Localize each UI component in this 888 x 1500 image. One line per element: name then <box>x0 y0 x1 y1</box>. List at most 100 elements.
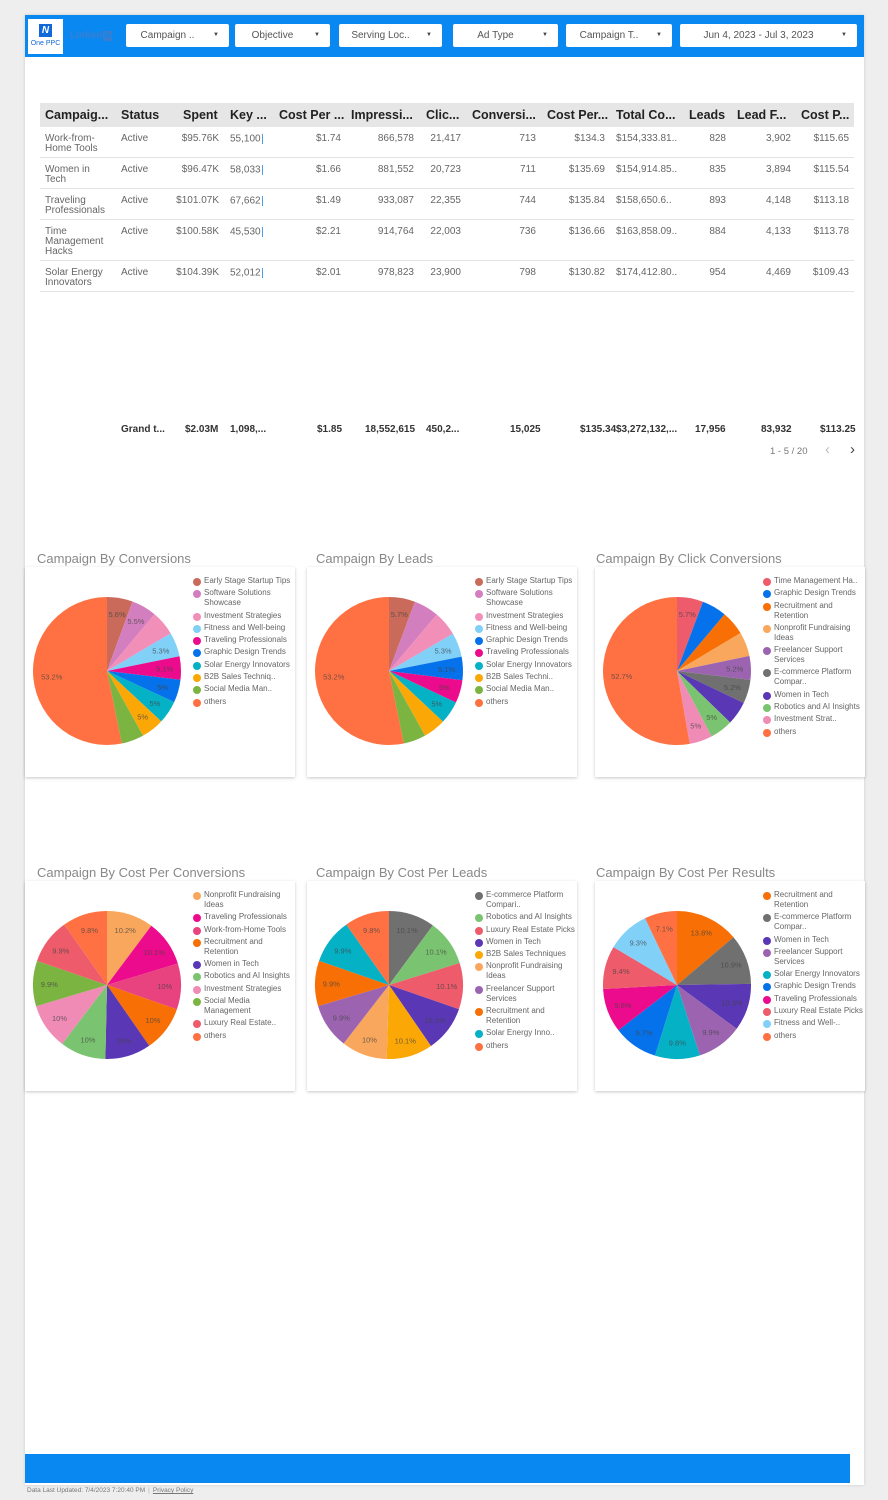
cell-value: 23,900 <box>430 267 461 278</box>
campaign-type-filter[interactable]: Campaign T.. ▼ <box>566 24 672 47</box>
legend-item[interactable]: Traveling Professionals <box>193 912 293 923</box>
column-header[interactable]: Lead F... <box>737 108 786 122</box>
legend-item[interactable]: Social Media Management <box>193 996 293 1016</box>
legend-item[interactable]: B2B Sales Techni.. <box>475 672 575 683</box>
legend-item[interactable]: Early Stage Startup Tips <box>193 576 293 586</box>
legend-label: Nonprofit Fundraising Ideas <box>486 961 563 981</box>
table-cell: 22,003 <box>430 227 461 237</box>
legend-item[interactable]: Graphic Design Trends <box>763 588 863 599</box>
table-row[interactable]: Work-from-Home Tools Active $95.76K 55,100 $… <box>40 127 854 158</box>
legend-item[interactable]: Graphic Design Trends <box>193 647 293 658</box>
legend-item[interactable]: Robotics and AI Insights <box>763 702 863 713</box>
objective-filter[interactable]: Objective ▼ <box>235 24 330 47</box>
legend-item[interactable]: Recruitment and Retention <box>475 1006 575 1026</box>
legend-color-dot-icon <box>763 669 771 678</box>
legend-item[interactable]: Freelancer Support Services <box>763 947 863 967</box>
legend-item[interactable]: Solar Energy Innovators <box>475 660 575 670</box>
table-row[interactable]: Traveling Professionals Active $101.07K 67,… <box>40 189 854 220</box>
column-header[interactable]: Clic... <box>426 108 459 122</box>
legend-item[interactable]: Recruitment and Retention <box>193 937 293 957</box>
legend-item[interactable]: Women in Tech <box>763 935 863 945</box>
legend-item[interactable]: Robotics and AI Insights <box>193 971 293 982</box>
column-header[interactable]: Campaig... <box>45 108 108 122</box>
legend-item[interactable]: others <box>763 727 863 737</box>
serving-location-filter[interactable]: Serving Loc.. ▼ <box>339 24 442 47</box>
legend-label: Graphic Design Trends <box>486 635 568 645</box>
legend-item[interactable]: Time Management Ha.. <box>763 576 863 586</box>
table-row[interactable]: Solar Energy Innovators Active $104.39K 52,… <box>40 261 854 292</box>
legend-item[interactable]: others <box>193 1031 293 1041</box>
cell-value: 4,133 <box>765 226 791 237</box>
legend-item[interactable]: B2B Sales Techniq.. <box>193 672 293 683</box>
legend-item[interactable]: Fitness and Well-.. <box>763 1018 863 1029</box>
legend-item[interactable]: Solar Energy Inno.. <box>475 1028 575 1039</box>
legend-item[interactable]: Recruitment and Retention <box>763 890 863 910</box>
legend-label: E-commerce Platform Compari.. <box>486 890 564 909</box>
pie-chart-card: 5.7% 5.2% 5.2% 5% 5% 52.7% Time Management Ha.… <box>595 567 865 777</box>
legend-item[interactable]: others <box>475 697 575 707</box>
legend-item[interactable]: Recruitment and Retention <box>763 601 863 621</box>
ad-type-filter[interactable]: Ad Type ▼ <box>453 24 558 47</box>
table-row[interactable]: Women in Tech Active $96.47K 58,033 $1.66 881… <box>40 158 854 189</box>
column-header[interactable]: Cost Per... <box>547 108 608 122</box>
legend-item[interactable]: Solar Energy Innovators <box>193 660 293 670</box>
legend-item[interactable]: Nonprofit Fundraising Ideas <box>763 623 863 643</box>
column-header[interactable]: Total Co... <box>616 108 676 122</box>
legend-item[interactable]: Fitness and Well-being <box>475 623 575 633</box>
column-header[interactable]: Impressi... <box>351 108 413 122</box>
legend-item[interactable]: Traveling Professionals <box>475 647 575 658</box>
legend-item[interactable]: Nonprofit Fundraising Ideas <box>193 890 293 910</box>
legend-item[interactable]: Women in Tech <box>763 690 863 700</box>
legend-item[interactable]: Software Solutions Showcase <box>193 588 293 608</box>
date-range-filter[interactable]: Jun 4, 2023 - Jul 3, 2023 ▼ <box>680 24 857 47</box>
legend-item[interactable]: Investment Strat.. <box>763 714 863 725</box>
legend-label: Recruitment and Retention <box>486 1006 545 1026</box>
legend-item[interactable]: Software Solutions Showcase <box>475 588 575 608</box>
column-header[interactable]: Status <box>121 108 159 122</box>
next-page-button[interactable]: › <box>850 441 855 458</box>
legend-item[interactable]: Luxury Real Estate.. <box>193 1018 293 1029</box>
legend-item[interactable]: Robotics and AI Insights <box>475 912 575 923</box>
legend-item[interactable]: B2B Sales Techniques <box>475 949 575 960</box>
legend-item[interactable]: Work-from-Home Tools <box>193 925 293 935</box>
legend-item[interactable]: Women in Tech <box>475 937 575 947</box>
legend-item[interactable]: Solar Energy Innovators <box>763 969 863 980</box>
privacy-policy-link[interactable]: Privacy Policy <box>153 1487 193 1494</box>
legend-item[interactable]: Luxury Real Estate Picks <box>763 1006 863 1017</box>
column-header[interactable]: Cost P... <box>801 108 849 122</box>
column-header[interactable]: Spent <box>183 108 218 122</box>
legend-item[interactable]: Fitness and Well-being <box>193 623 293 633</box>
legend-item[interactable]: Luxury Real Estate Picks <box>475 925 575 935</box>
legend-item[interactable]: Traveling Professionals <box>763 994 863 1004</box>
legend-item[interactable]: Traveling Professionals <box>193 635 293 646</box>
legend-item[interactable]: Early Stage Startup Tips <box>475 576 575 586</box>
legend-item[interactable]: others <box>475 1041 575 1051</box>
campaign-filter[interactable]: Campaign .. ▼ <box>126 24 229 47</box>
legend-item[interactable]: others <box>193 697 293 707</box>
legend-item[interactable]: Freelancer Support Services <box>475 984 575 1004</box>
legend-item[interactable]: Social Media Man.. <box>475 684 575 695</box>
legend-item[interactable]: Investment Strategies <box>475 611 575 621</box>
grand-total-value: $3,272,132,... <box>616 424 678 435</box>
legend-item[interactable]: Women in Tech <box>193 959 293 970</box>
column-header[interactable]: Leads <box>689 108 725 122</box>
legend-item[interactable]: Graphic Design Trends <box>763 981 863 992</box>
legend-item[interactable]: Graphic Design Trends <box>475 635 575 646</box>
legend-item[interactable]: E-commerce Platform Compar.. <box>763 912 863 932</box>
legend-item[interactable]: Nonprofit Fundraising Ideas <box>475 961 575 981</box>
legend-item[interactable]: Social Media Man.. <box>193 684 293 695</box>
legend-item[interactable]: others <box>763 1031 863 1041</box>
legend-item[interactable]: E-commerce Platform Compar.. <box>763 667 863 687</box>
column-header[interactable]: Key ... <box>230 108 267 122</box>
legend-item[interactable]: Investment Strategies <box>193 984 293 994</box>
table-row[interactable]: Time Management Hacks Active $100.58K 45,53… <box>40 220 854 261</box>
legend-item[interactable]: E-commerce Platform Compari.. <box>475 890 575 910</box>
legend-label: B2B Sales Techni.. <box>486 672 554 682</box>
legend-color-dot-icon <box>193 926 201 935</box>
legend-item[interactable]: Investment Strategies <box>193 611 293 621</box>
legend-label: Women in Tech <box>486 936 541 946</box>
column-header[interactable]: Conversi... <box>472 108 536 122</box>
previous-page-button[interactable]: ‹ <box>825 441 830 458</box>
legend-item[interactable]: Freelancer Support Services <box>763 645 863 665</box>
column-header[interactable]: Cost Per ... <box>279 108 344 122</box>
